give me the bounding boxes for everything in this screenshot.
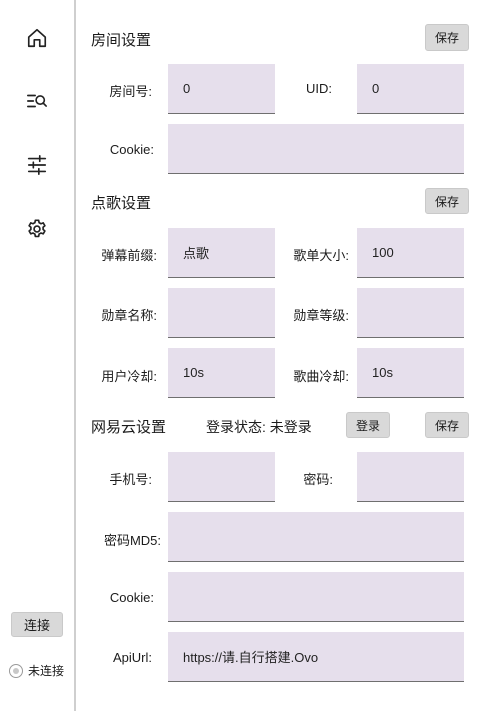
room-settings-title: 房间设置 [91, 32, 152, 49]
song-cooldown-label: 歌曲冷却: [293, 369, 349, 384]
medal-level-input[interactable] [357, 288, 464, 338]
room-cookie-label: Cookie: [109, 142, 154, 157]
password-md5-input[interactable] [168, 512, 464, 562]
song-save-button[interactable]: 保存 [425, 188, 469, 214]
connection-status-label: 未连接 [28, 664, 65, 678]
medal-level-label: 勋章等级: [293, 308, 349, 323]
medal-name-input[interactable] [168, 288, 275, 338]
playlist-size-label: 歌单大小: [293, 248, 349, 263]
song-settings-title: 点歌设置 [91, 195, 152, 212]
sliders-icon[interactable] [25, 153, 49, 177]
user-cooldown-input[interactable]: 10s [168, 348, 275, 398]
room-cookie-input[interactable] [168, 124, 464, 174]
password-md5-label: 密码MD5: [103, 533, 161, 548]
search-list-icon[interactable] [25, 89, 49, 113]
password-input[interactable] [357, 452, 464, 502]
apiurl-label: ApiUrl: [112, 650, 152, 665]
sidebar-divider [74, 0, 76, 711]
gear-icon[interactable] [25, 217, 49, 241]
apiurl-input[interactable]: https://请.自行搭建.Ovo [168, 632, 464, 682]
danmaku-prefix-label: 弹幕前缀: [101, 248, 157, 263]
password-label: 密码: [303, 472, 333, 487]
login-button[interactable]: 登录 [346, 412, 390, 438]
connect-button[interactable]: 连接 [11, 612, 63, 637]
netease-cookie-input[interactable] [168, 572, 464, 622]
netease-cookie-label: Cookie: [109, 590, 154, 605]
home-icon[interactable] [25, 26, 49, 50]
connection-status: 未连接 [9, 662, 64, 679]
uid-label: UID: [306, 81, 332, 96]
song-cooldown-input[interactable]: 10s [357, 348, 464, 398]
login-status-text: 登录状态: 未登录 [206, 419, 312, 435]
status-indicator-icon [9, 663, 23, 678]
sidebar: 连接 未连接 [0, 0, 74, 711]
room-save-button[interactable]: 保存 [425, 24, 469, 51]
room-id-label: 房间号: [109, 84, 152, 99]
medal-name-label: 勋章名称: [101, 308, 157, 323]
danmaku-prefix-input[interactable]: 点歌 [168, 228, 275, 278]
phone-label: 手机号: [109, 472, 152, 487]
netease-save-button[interactable]: 保存 [425, 412, 469, 438]
phone-input[interactable] [168, 452, 275, 502]
uid-input[interactable]: 0 [357, 64, 464, 114]
user-cooldown-label: 用户冷却: [101, 369, 157, 384]
room-id-input[interactable]: 0 [168, 64, 275, 114]
playlist-size-input[interactable]: 100 [357, 228, 464, 278]
netease-settings-title: 网易云设置 [91, 419, 167, 436]
